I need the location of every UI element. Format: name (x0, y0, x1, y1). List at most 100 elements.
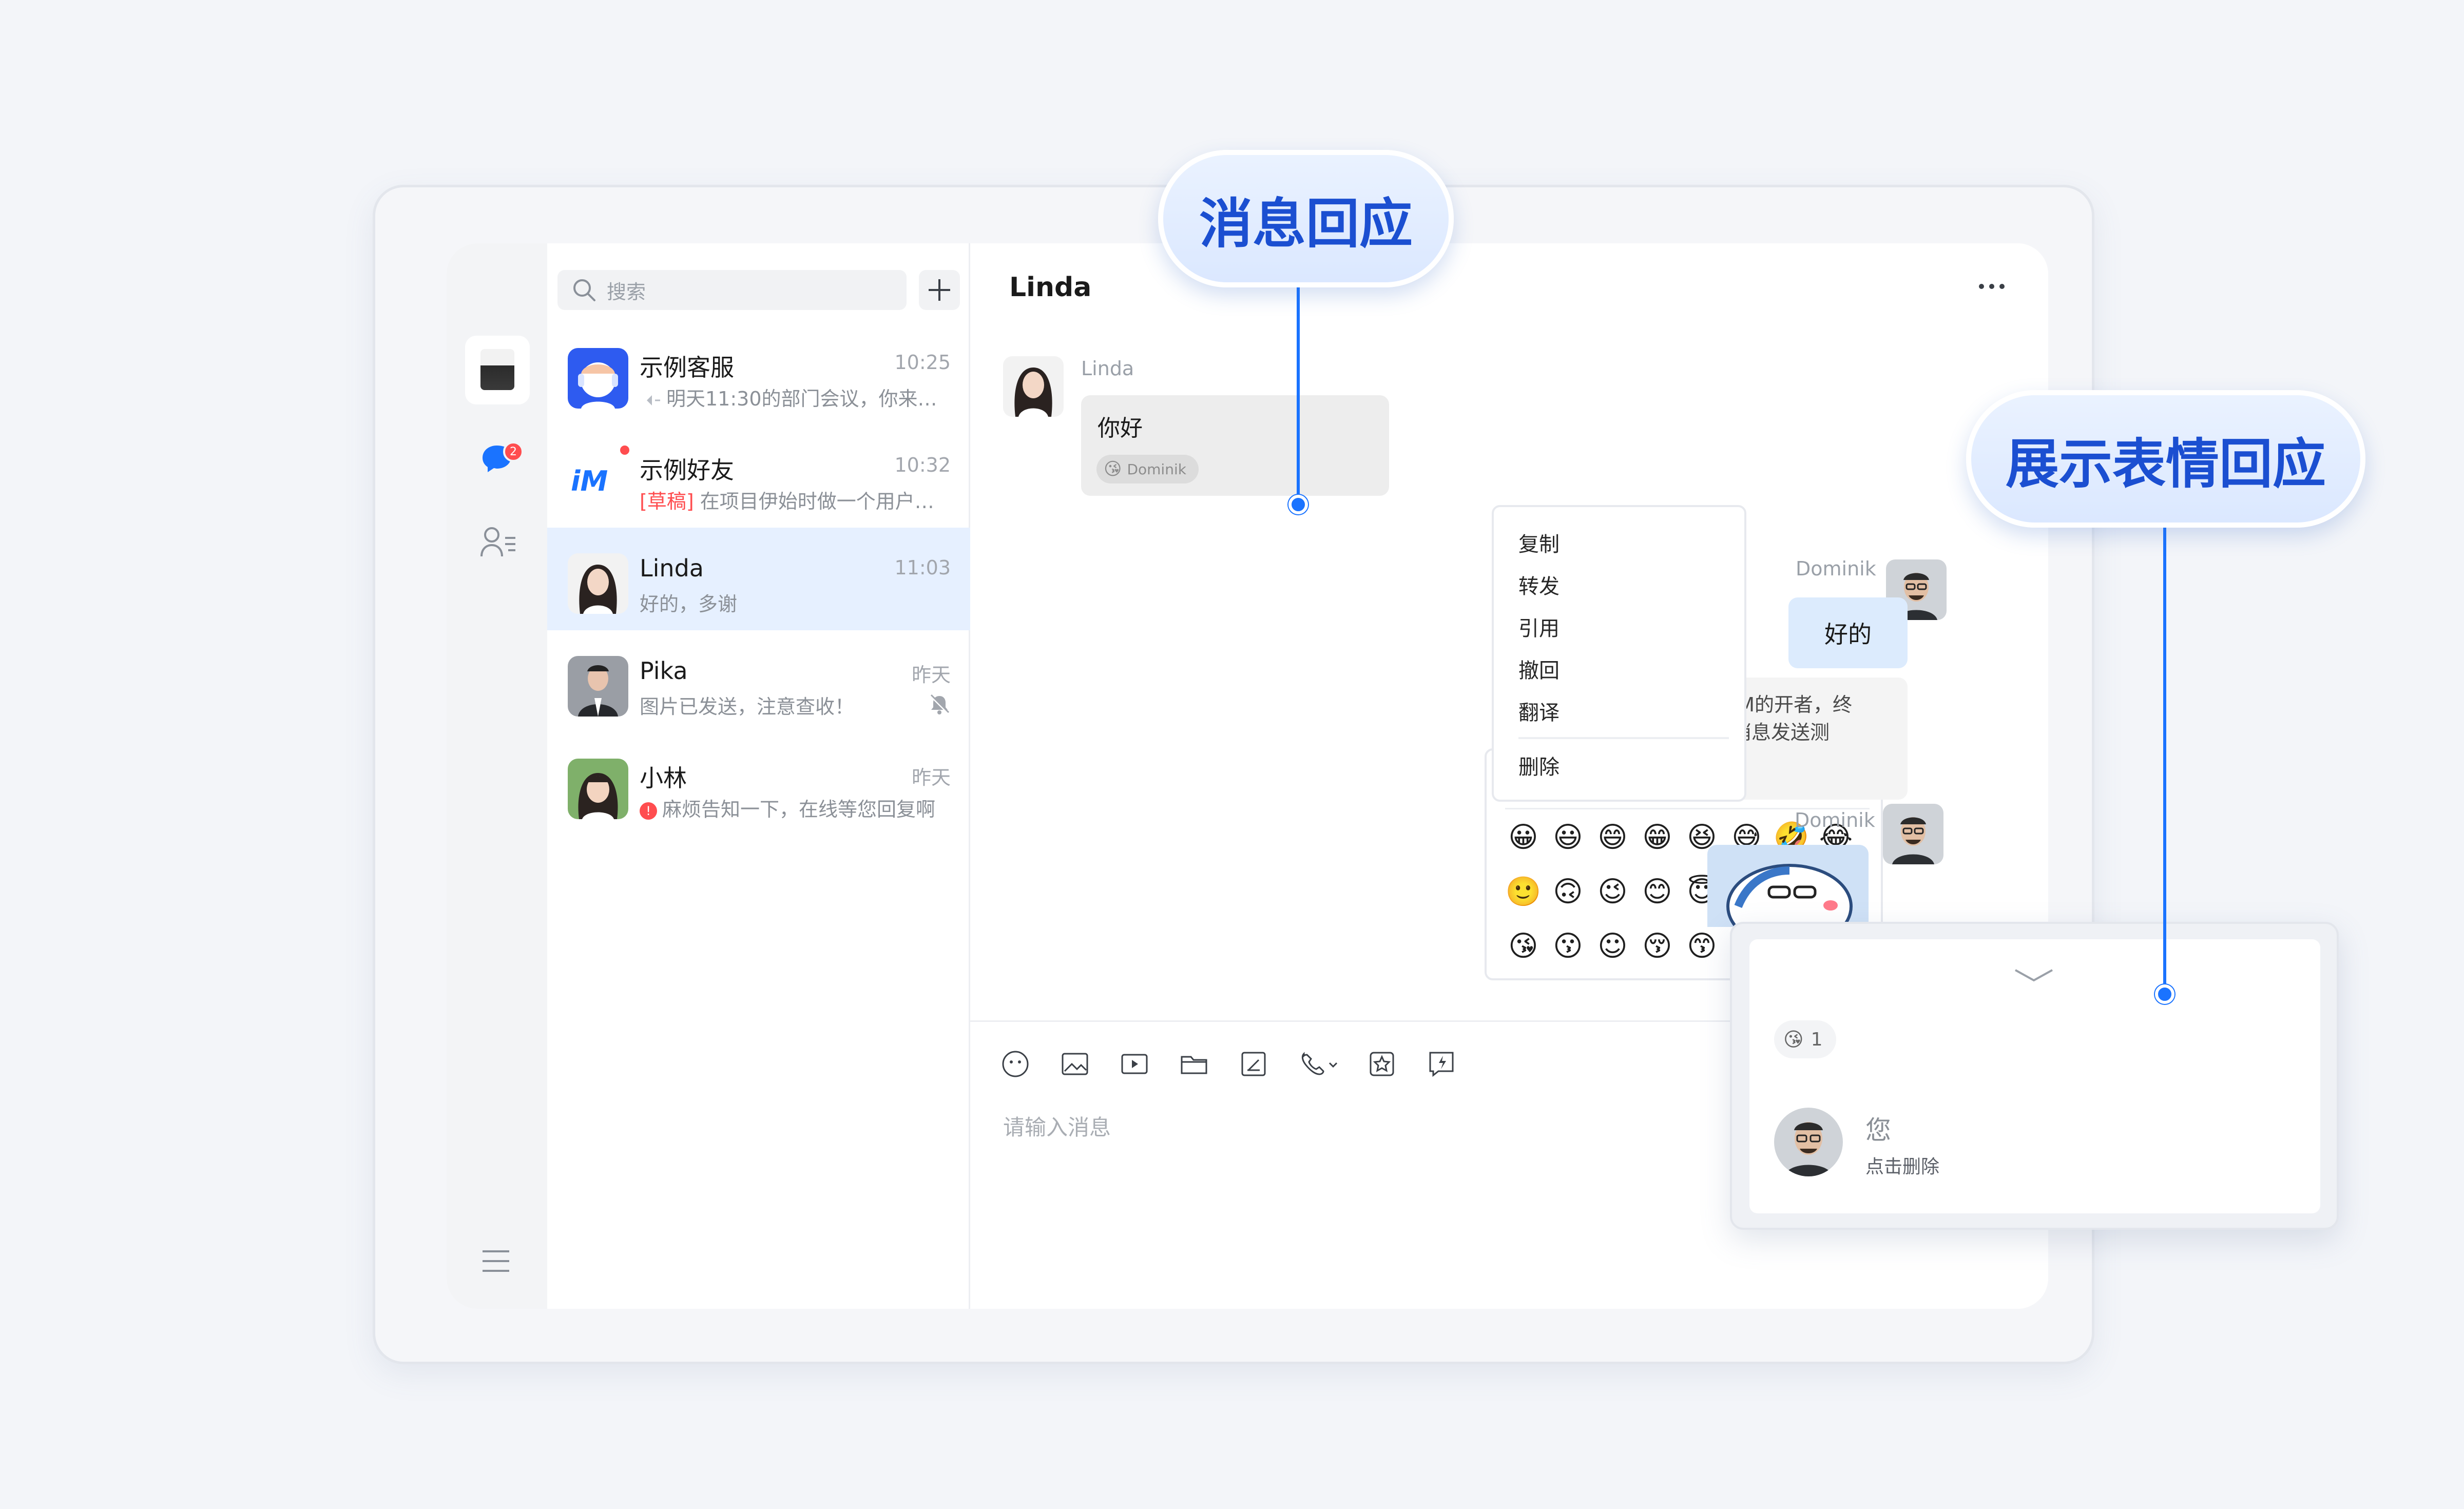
search-placeholder: 搜索 (607, 280, 646, 303)
conversation-preview: ! 麻烦告知一下，在线等您回复啊 (640, 794, 948, 822)
reaction-emoji: 😘 (1104, 459, 1122, 479)
conversation-time: 昨天 (911, 664, 951, 686)
sender-name: Dominik (1796, 557, 1876, 580)
callout-leader-line (1297, 283, 1300, 504)
message-text: 你好 (1098, 415, 1143, 441)
callout-anchor-dot (2155, 984, 2174, 1004)
conversation-time: 10:32 (894, 454, 951, 476)
avatar: iM (568, 451, 628, 511)
nav-rail: 2 (447, 243, 547, 1309)
delete-reaction-hint[interactable]: 点击删除 (1865, 1152, 1939, 1178)
conversation-name: 小林 (640, 764, 687, 792)
chevron-down-icon[interactable] (2012, 965, 2055, 983)
quick-reply-icon[interactable] (1426, 1049, 1457, 1079)
callout-message-reaction: 消息回应 (1158, 150, 1454, 287)
conversation-name: Linda (640, 554, 704, 582)
plus-icon (929, 279, 950, 301)
reaction-count-chip[interactable]: 😘 1 (1774, 1020, 1836, 1058)
conversation-time: 11:03 (894, 556, 951, 579)
menu-item-copy[interactable]: 复制 (1518, 528, 1560, 557)
reaction-count: 1 (1811, 1029, 1823, 1050)
screenshot-icon[interactable] (1238, 1049, 1269, 1079)
emoji-option[interactable]: 🙂 (1501, 870, 1546, 913)
conversation-item[interactable]: 示例客服 10:25 明天11:30的部门会议，你来参加吗 (547, 322, 970, 425)
conversation-preview: [草稿] 在项目伊始时做一个用户调研 (640, 490, 948, 513)
more-options-icon[interactable] (1976, 281, 2007, 292)
callout-anchor-dot (1288, 495, 1308, 514)
emoji-option[interactable]: 🙃 (1546, 870, 1590, 913)
avatar[interactable] (1883, 804, 1943, 864)
chat-title: Linda (1009, 272, 1092, 303)
avatar (568, 348, 628, 409)
sticker-message[interactable] (1707, 845, 1869, 927)
emoji-option[interactable]: 😚 (1635, 925, 1680, 967)
message-bubble[interactable]: 你好 😘 Dominik (1081, 395, 1389, 496)
contacts-icon[interactable] (479, 525, 517, 558)
svg-text:iM: iM (571, 465, 608, 497)
avatar[interactable] (1003, 356, 1064, 417)
conversation-list: 搜索 示例客服 10:25 明天11:30的部门会议，你来参加吗 iM 示例好友… (547, 243, 970, 1309)
avatar (1774, 1108, 1843, 1176)
emoji-option[interactable]: 😉 (1590, 870, 1635, 913)
reactor-name: 您 (1865, 1115, 1891, 1145)
menu-item-delete[interactable]: 删除 (1518, 750, 1560, 780)
unread-dot (618, 443, 631, 457)
sender-name: Linda (1081, 357, 1134, 380)
conversation-item[interactable]: Pika 昨天 图片已发送，注意查收！ (547, 630, 970, 733)
menu-icon[interactable] (480, 1249, 511, 1273)
menu-item-translate[interactable]: 翻译 (1518, 696, 1560, 726)
menu-item-quote[interactable]: 引用 (1518, 612, 1560, 642)
emoji-option[interactable]: 😀 (1501, 816, 1546, 858)
image-icon[interactable] (1060, 1049, 1090, 1079)
conversation-time: 10:25 (894, 351, 951, 374)
emoji-option[interactable]: 😄 (1590, 816, 1635, 858)
conversation-preview: 好的，多谢 (640, 593, 738, 615)
emoji-option[interactable]: 😁 (1635, 816, 1680, 858)
menu-item-recall[interactable]: 撤回 (1518, 654, 1560, 684)
conversation-preview: 明天11:30的部门会议，你来参加吗 (640, 383, 948, 411)
conversation-time: 昨天 (911, 766, 951, 789)
menu-item-forward[interactable]: 转发 (1518, 570, 1560, 599)
reaction-chip[interactable]: 😘 Dominik (1096, 455, 1199, 483)
unread-badge: 2 (503, 441, 524, 462)
divider (1518, 737, 1729, 739)
conversation-name: 示例客服 (640, 354, 734, 381)
reaction-detail-popup: 😘 1 您 点击删除 (1749, 939, 2320, 1213)
message-bubble[interactable]: 好的 (1788, 597, 1908, 668)
callout-leader-line (2163, 526, 2166, 995)
emoji-option[interactable]: 😗 (1546, 925, 1590, 967)
video-icon[interactable] (1119, 1049, 1150, 1079)
avatar (568, 759, 628, 819)
reaction-emoji: 😘 (1783, 1028, 1804, 1051)
search-icon (573, 279, 595, 301)
emoji-option[interactable]: 😙 (1680, 925, 1724, 967)
conversation-name: 示例好友 (640, 456, 734, 484)
add-button[interactable] (919, 270, 960, 310)
send-failed-icon: ! (640, 802, 657, 820)
mute-bell-icon (929, 694, 950, 714)
conversation-item[interactable]: 小林 昨天 ! 麻烦告知一下，在线等您回复啊 (547, 733, 970, 836)
voice-icon (642, 395, 660, 405)
conversation-item-active[interactable]: Linda 11:03 好的，多谢 (547, 528, 970, 630)
emoji-option[interactable]: 😊 (1635, 870, 1680, 913)
call-icon[interactable] (1298, 1049, 1344, 1079)
message-input[interactable]: 请输入消息 (1003, 1110, 1111, 1142)
draft-tag: [草稿] (640, 490, 694, 513)
search-box[interactable]: 搜索 (557, 270, 907, 310)
sender-name: Dominik (1795, 809, 1875, 831)
emoji-option[interactable]: 😃 (1546, 816, 1590, 858)
reaction-user: Dominik (1127, 460, 1186, 478)
user-avatar[interactable] (480, 349, 514, 390)
conversation-name: Pika (640, 657, 688, 685)
folder-icon[interactable] (1179, 1049, 1209, 1079)
avatar (568, 656, 628, 717)
emoji-option[interactable]: ☺ (1590, 925, 1635, 967)
conversation-preview: 图片已发送，注意查收！ (640, 695, 855, 718)
conversation-item[interactable]: iM 示例好友 10:32 [草稿] 在项目伊始时做一个用户调研 (547, 425, 970, 528)
emoji-icon[interactable] (1000, 1049, 1031, 1079)
star-icon[interactable] (1366, 1049, 1397, 1079)
avatar (568, 553, 628, 614)
emoji-option[interactable]: 😘 (1501, 925, 1546, 967)
callout-show-reactions: 展示表情回应 (1966, 390, 2365, 528)
message-context-menu: 复制 转发 引用 撤回 翻译 删除 (1492, 505, 1746, 802)
